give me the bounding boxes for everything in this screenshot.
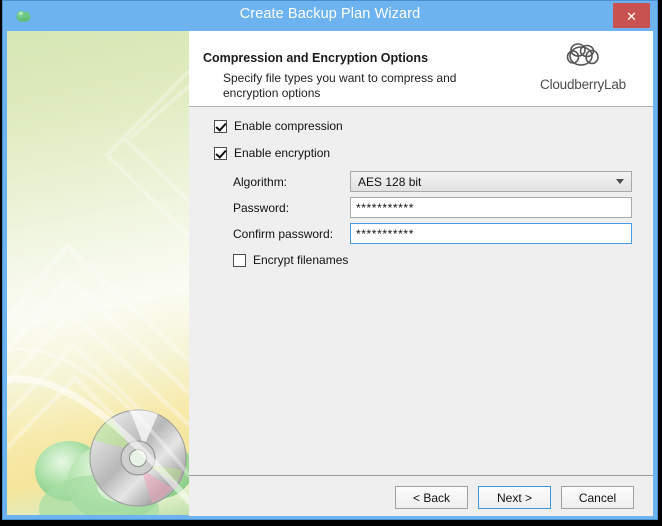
next-button[interactable]: Next > [478,486,551,509]
close-icon[interactable]: ✕ [613,3,650,28]
wizard-window: Create Backup Plan Wizard ✕ Compression … [2,0,658,520]
title-bar: Create Backup Plan Wizard ✕ [3,1,657,31]
password-label: Password: [233,201,290,215]
checkbox-box [233,253,246,267]
algorithm-value: AES 128 bit [358,175,422,189]
cancel-button[interactable]: Cancel [561,486,634,509]
window-title: Create Backup Plan Wizard [239,6,421,22]
algorithm-label: Algorithm: [233,175,288,189]
back-button[interactable]: < Back [395,486,468,509]
window-client-area: Compression and Encryption Options Speci… [7,31,653,516]
cloud-outline-icon [527,39,639,76]
password-field[interactable] [350,197,632,218]
checkbox-box [214,146,227,160]
page-subtitle: Specify file types you want to compress … [223,71,457,100]
wizard-header: Compression and Encryption Options Speci… [189,31,653,107]
encrypt-filenames-checkbox[interactable]: Encrypt filenames [233,253,348,267]
brand-name: CloudberryLab [540,77,626,92]
wizard-footer: < Back Next > Cancel [189,475,653,516]
enable-encryption-checkbox[interactable]: Enable encryption [214,146,330,160]
enable-compression-label: Enable compression [234,119,343,133]
enable-encryption-label: Enable encryption [234,146,331,160]
wizard-content: Enable compression Enable encryption Alg… [189,107,653,475]
sidebar-artwork [7,31,189,515]
chevron-down-icon [616,179,624,184]
confirm-password-field[interactable] [350,223,632,244]
wizard-pane: Compression and Encryption Options Speci… [189,31,653,516]
algorithm-select[interactable]: AES 128 bit [350,171,632,192]
enable-compression-checkbox[interactable]: Enable compression [214,119,343,133]
encrypt-filenames-label: Encrypt filenames [253,253,349,267]
page-title: Compression and Encryption Options [203,51,429,65]
checkbox-box [214,119,227,133]
brand-logo: CloudberryLab [527,39,639,92]
confirm-password-label: Confirm password: [233,227,334,241]
